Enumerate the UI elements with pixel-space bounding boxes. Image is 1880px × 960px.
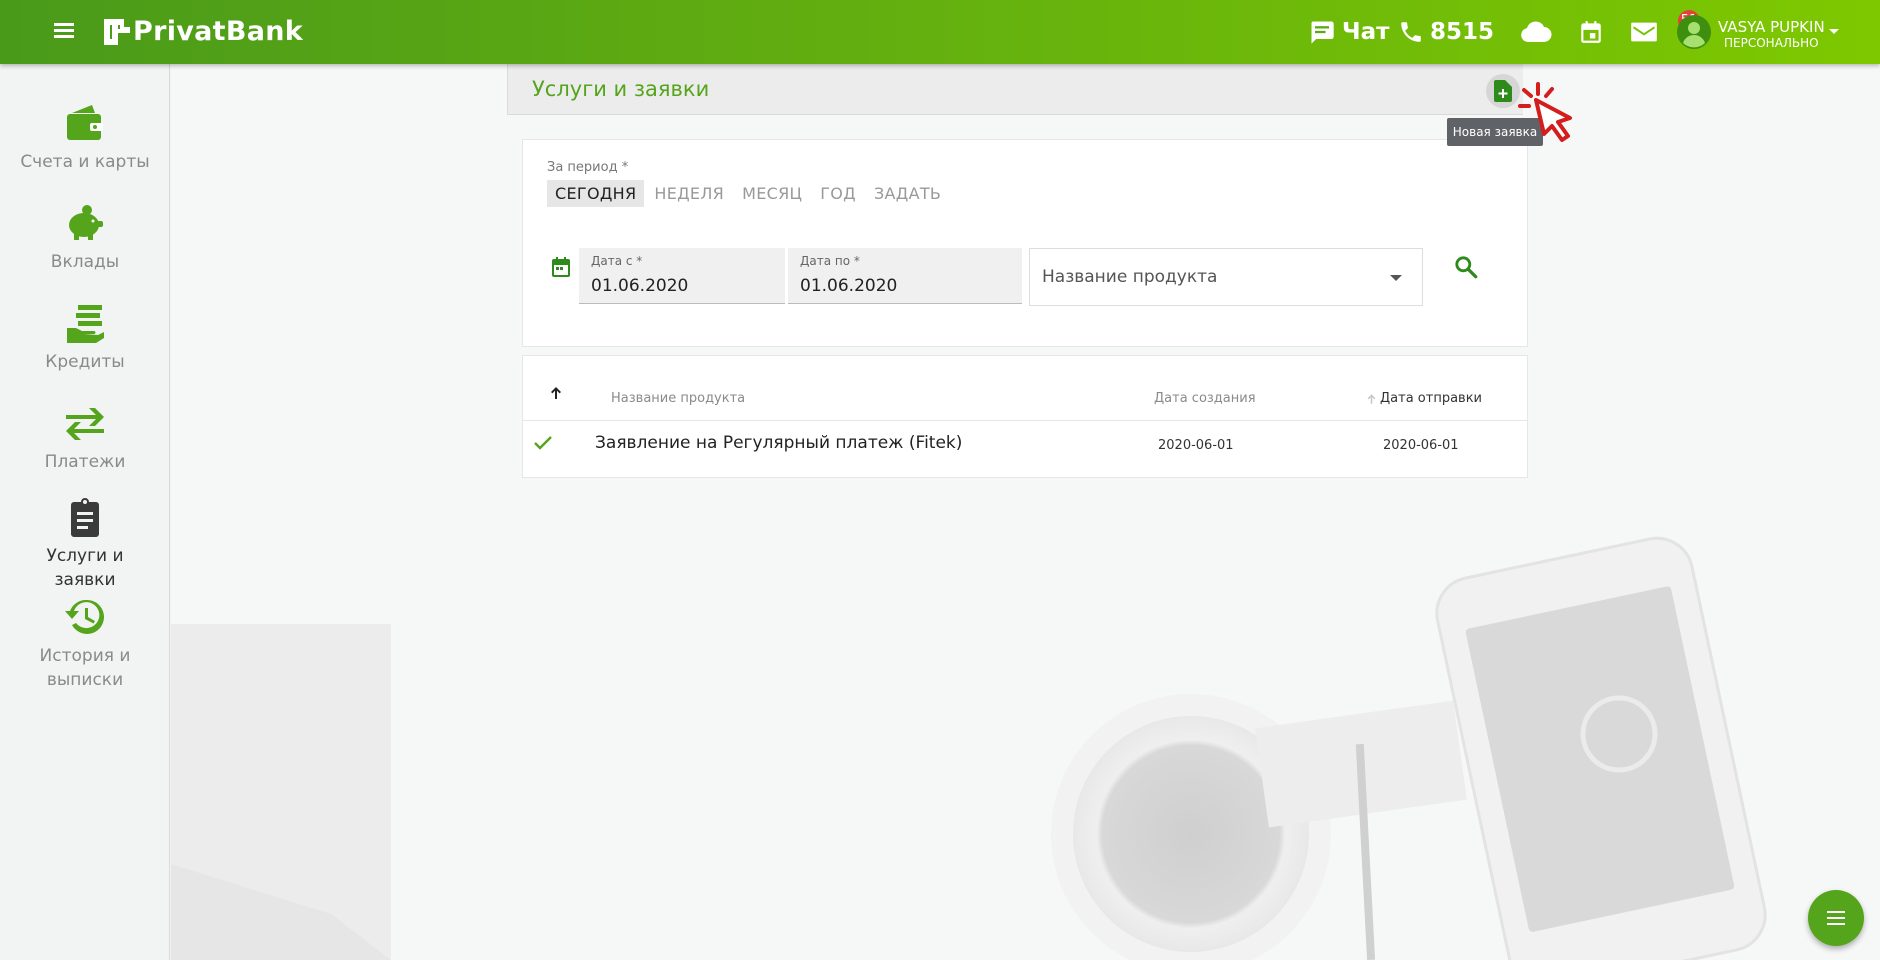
calendar-button[interactable] [1578,0,1604,64]
user-name: VASYA PUPKIN [1718,18,1825,36]
sidebar-item-label-line2: заявки [54,570,116,590]
check-icon [534,436,552,450]
transfer-arrows-icon [66,408,104,440]
clipboard-icon [71,498,99,537]
sidebar-item-payments[interactable]: Платежи [0,402,170,474]
mail-button[interactable] [1630,0,1658,64]
cloud-button[interactable] [1520,0,1552,64]
menu-icon [1827,911,1845,925]
product-select-placeholder: Название продукта [1042,267,1218,287]
top-header: PrivatBank Чат 8515 51 VASYA PUPKIN ПЕРС… [0,0,1880,64]
user-menu[interactable]: VASYA PUPKIN ПЕРСОНАЛЬНО [1676,14,1856,52]
calendar-picker-icon[interactable] [549,254,573,280]
column-header-sent[interactable]: Дата отправки [1380,391,1482,406]
period-tab-month[interactable]: МЕСЯЦ [734,180,810,207]
filter-card: За период * СЕГОДНЯ НЕДЕЛЯ МЕСЯЦ ГОД ЗАД… [522,139,1528,347]
sidebar-item-services[interactable]: Услуги и заявки [0,496,170,592]
hand-money-icon [67,305,104,343]
new-request-button[interactable] [1486,74,1520,108]
period-tabs: СЕГОДНЯ НЕДЕЛЯ МЕСЯЦ ГОД ЗАДАТЬ [547,180,951,207]
phone-icon [1401,22,1421,42]
sidebar: Счета и карты Вклады Кредиты Платежи Усл… [0,64,170,960]
sidebar-item-label: Платежи [44,452,126,472]
date-to-value: 01.06.2020 [800,276,898,296]
user-role: ПЕРСОНАЛЬНО [1724,36,1819,50]
date-to-field[interactable]: Дата по * 01.06.2020 [788,248,1022,304]
column-header-product[interactable]: Название продукта [611,391,745,406]
add-document-icon [1494,80,1512,102]
privatbank-logo[interactable]: PrivatBank [102,16,303,47]
phone-number: 8515 [1430,19,1495,45]
page-title: Услуги и заявки [532,77,710,101]
date-from-value: 01.06.2020 [591,276,689,296]
table-row[interactable]: Заявление на Регулярный платеж (Fitek) 2… [523,421,1527,477]
chat-icon [1311,21,1334,44]
avatar-icon [1677,15,1711,49]
period-tab-year[interactable]: ГОД [812,180,864,207]
period-tab-custom[interactable]: ЗАДАТЬ [866,180,949,207]
sidebar-item-label-line2: выписки [46,670,124,690]
column-header-created[interactable]: Дата создания [1154,391,1256,406]
sort-indicator-icon [1367,394,1376,404]
period-tab-week[interactable]: НЕДЕЛЯ [646,180,732,207]
chevron-down-icon [1829,29,1839,34]
sidebar-item-label: Кредиты [45,352,125,372]
period-label: За период * [547,160,629,175]
sidebar-item-label: Вклады [50,252,120,272]
period-tab-today[interactable]: СЕГОДНЯ [547,180,645,207]
row-product-name: Заявление на Регулярный платеж (Fitek) [595,433,963,453]
sidebar-item-label: Счета и карты [20,152,150,172]
sidebar-item-history[interactable]: История и выписки [0,596,170,692]
piggy-bank-icon [69,205,103,240]
row-sent-date: 2020-06-01 [1383,438,1459,453]
privatbank-logo-icon [104,18,130,45]
sidebar-item-credits[interactable]: Кредиты [0,302,170,374]
sort-arrow-up-icon[interactable] [549,386,563,400]
wallet-icon [67,105,103,140]
date-to-label: Дата по * [800,254,860,268]
chat-button[interactable]: Чат [1308,0,1389,64]
row-created-date: 2020-06-01 [1158,438,1234,453]
click-cursor-icon [1518,82,1572,142]
page-title-bar: Услуги и заявки [507,64,1523,115]
search-icon[interactable] [1453,254,1479,280]
dropdown-arrow-icon [1390,275,1402,281]
sidebar-item-deposits[interactable]: Вклады [0,202,170,274]
calendar-icon [1581,21,1601,43]
phone-button[interactable]: 8515 [1398,0,1494,64]
hamburger-menu-button[interactable] [48,20,80,44]
sidebar-item-accounts[interactable]: Счета и карты [0,102,170,174]
cloud-icon [1521,21,1552,42]
sidebar-item-label-line1: Услуги и [46,546,124,566]
mail-icon [1631,22,1657,42]
results-table: Название продукта Дата создания Дата отп… [522,355,1528,478]
brand-name: PrivatBank [133,16,304,47]
history-icon [65,599,104,634]
chat-label: Чат [1342,19,1390,45]
sidebar-item-label-line1: История и [39,646,131,666]
product-name-select[interactable]: Название продукта [1029,248,1423,306]
date-from-field[interactable]: Дата с * 01.06.2020 [579,248,785,304]
date-from-label: Дата с * [591,254,643,268]
floating-menu-button[interactable] [1808,890,1864,946]
